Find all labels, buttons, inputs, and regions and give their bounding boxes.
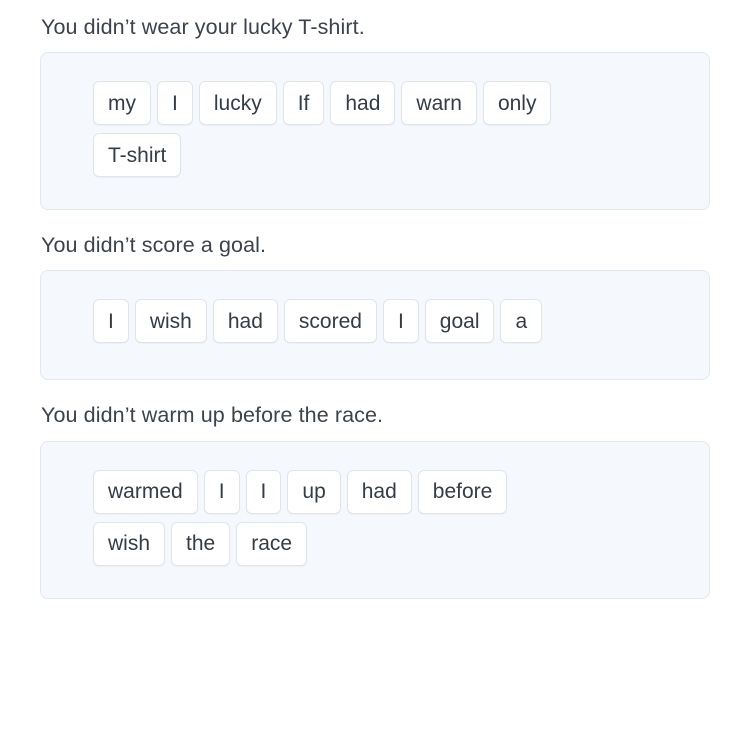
word-chip[interactable]: I [93, 299, 129, 344]
word-chip[interactable]: warn [401, 81, 477, 126]
word-chip[interactable]: lucky [198, 81, 277, 126]
word-chip[interactable]: had [212, 299, 278, 344]
word-chip[interactable]: wish [93, 521, 166, 566]
question-block-3: You didn’t warm up before the race. warm… [40, 400, 710, 599]
question-block-1: You didn’t wear your lucky T-shirt. my I… [40, 12, 710, 211]
word-bank-row: my I lucky If had warn only [93, 81, 689, 126]
word-chip[interactable]: had [330, 81, 396, 126]
word-chip[interactable]: a [500, 299, 543, 344]
word-chip[interactable]: I [157, 81, 193, 126]
word-chip[interactable]: I [382, 299, 419, 344]
word-chip[interactable]: up [287, 469, 341, 514]
word-chip[interactable]: had [346, 469, 412, 514]
word-bank-1[interactable]: my I lucky If had warn only T-shirt [40, 52, 710, 211]
word-chip[interactable]: warmed [93, 469, 198, 514]
word-bank-3[interactable]: warmed I I up had before wish the race [40, 440, 710, 599]
word-bank-rows-2: I wish had scored I goal a [61, 299, 689, 344]
word-chip[interactable]: T-shirt [93, 133, 182, 178]
word-bank-rows-1: my I lucky If had warn only T-shirt [61, 81, 689, 178]
word-chip[interactable]: goal [424, 299, 495, 344]
word-chip[interactable]: wish [134, 299, 207, 344]
word-bank-2[interactable]: I wish had scored I goal a [40, 270, 710, 381]
word-chip[interactable]: the [171, 521, 231, 566]
word-chip[interactable]: only [482, 81, 552, 126]
word-bank-row: wish the race [93, 521, 689, 566]
question-prompt-1: You didn’t wear your lucky T-shirt. [41, 15, 365, 39]
word-bank-rows-3: warmed I I up had before wish the race [61, 469, 689, 566]
word-chip[interactable]: scored [283, 299, 377, 344]
word-chip[interactable]: I [245, 469, 282, 514]
exercise-page: You didn’t wear your lucky T-shirt. my I… [0, 0, 750, 599]
question-prompt-2: You didn’t score a goal. [41, 233, 267, 258]
word-chip[interactable]: I [203, 469, 240, 514]
word-bank-row: T-shirt [93, 133, 689, 178]
word-chip[interactable]: race [236, 521, 308, 566]
word-bank-row: I wish had scored I goal a [93, 299, 689, 344]
word-chip[interactable]: my [93, 81, 151, 126]
word-bank-row: warmed I I up had before [93, 469, 689, 514]
question-prompt-3: You didn’t warm up before the race. [41, 403, 384, 428]
word-chip[interactable]: If [282, 81, 325, 126]
word-chip[interactable]: before [417, 469, 508, 514]
question-block-2: You didn’t score a goal. I wish had scor… [40, 230, 710, 381]
